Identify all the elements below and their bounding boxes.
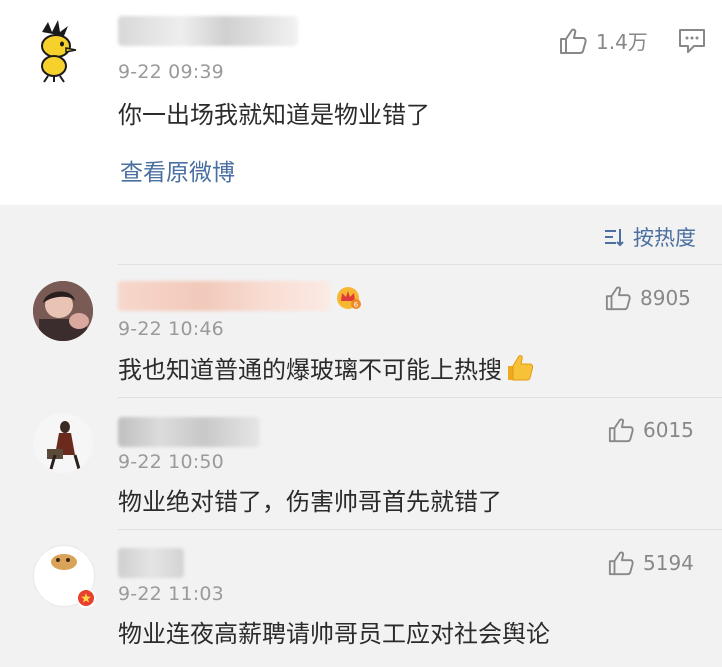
divider xyxy=(118,529,722,530)
thumbs-up-icon xyxy=(560,28,587,54)
verified-badge-icon xyxy=(76,588,96,612)
person-avatar-icon xyxy=(33,281,93,341)
person-avatar-icon xyxy=(33,413,93,473)
divider xyxy=(118,397,722,398)
avatar[interactable] xyxy=(20,14,92,86)
post-time: 9-22 09:39 xyxy=(118,61,224,83)
thumbs-up-icon xyxy=(605,286,631,311)
sort-label: 按热度 xyxy=(633,226,696,250)
comment-time: 9-22 11:03 xyxy=(118,583,224,605)
comment-text: 我也知道普通的爆玻璃不可能上热搜 xyxy=(118,350,536,385)
original-comment-card: 9-22 09:39 你一出场我就知道是物业错了 查看原微博 1.4万 xyxy=(0,0,722,205)
vip-crown-badge-icon: 6 xyxy=(334,284,362,314)
like-button[interactable]: 6015 xyxy=(607,417,694,443)
like-button[interactable]: 8905 xyxy=(604,285,691,311)
sort-icon xyxy=(605,229,624,247)
svg-text:6: 6 xyxy=(354,301,359,309)
username-blurred[interactable] xyxy=(118,16,298,46)
like-button[interactable]: 5194 xyxy=(607,550,694,576)
avatar[interactable] xyxy=(33,281,93,341)
view-original-link[interactable]: 查看原微博 xyxy=(120,153,235,187)
username-blurred[interactable] xyxy=(118,548,184,578)
like-count: 1.4万 xyxy=(596,30,648,54)
comment-text: 物业连夜高薪聘请帅哥员工应对社会舆论 xyxy=(118,620,550,648)
username-blurred[interactable] xyxy=(118,417,260,447)
sort-by-hot-button[interactable]: 按热度 xyxy=(603,222,696,252)
comment-text: 物业绝对错了，伤害帅哥首先就错了 xyxy=(118,488,502,516)
comment-time: 9-22 10:46 xyxy=(118,318,224,340)
thumbs-up-emoji-icon xyxy=(508,354,534,380)
comment-text-content: 我也知道普通的爆玻璃不可能上热搜 xyxy=(118,356,502,384)
avatar[interactable] xyxy=(33,413,93,473)
comment-time: 9-22 10:50 xyxy=(118,451,224,473)
woodstock-avatar-icon xyxy=(20,14,92,86)
like-button[interactable]: 1.4万 xyxy=(558,26,648,55)
thumbs-up-icon xyxy=(608,418,634,443)
thumbs-up-icon xyxy=(608,551,634,576)
post-text: 你一出场我就知道是物业错了 xyxy=(118,101,430,129)
divider xyxy=(118,264,722,265)
like-count: 8905 xyxy=(640,286,691,310)
like-count: 5194 xyxy=(643,551,694,575)
username-blurred[interactable] xyxy=(118,281,330,311)
reply-icon[interactable] xyxy=(678,28,706,58)
like-count: 6015 xyxy=(643,418,694,442)
